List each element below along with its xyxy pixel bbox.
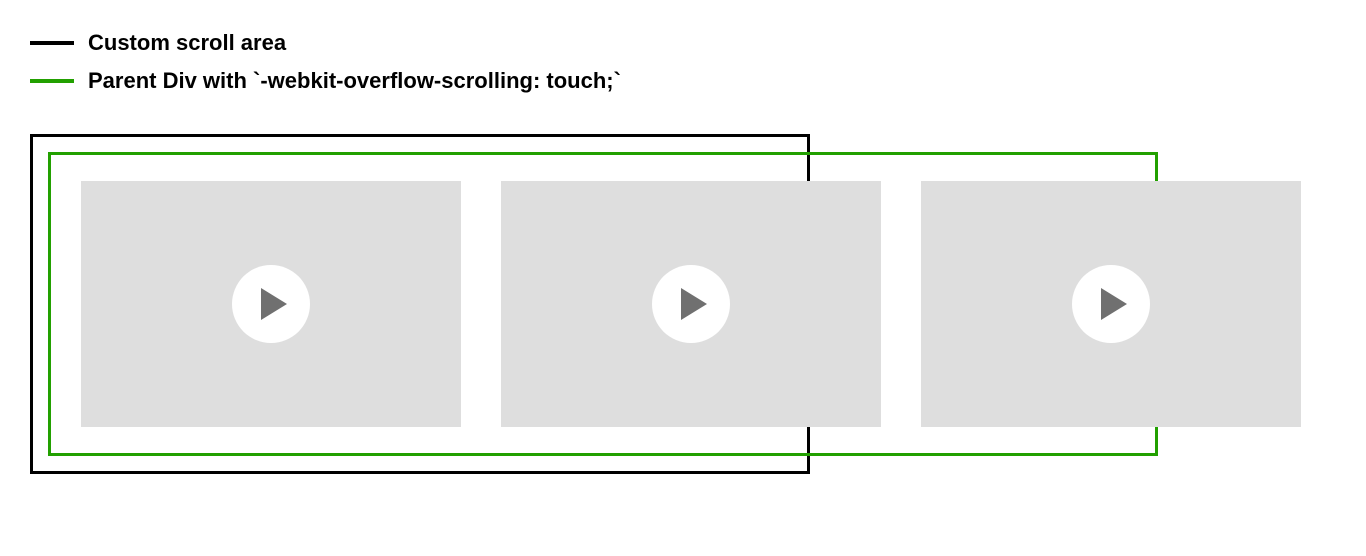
play-icon [1101, 288, 1127, 320]
play-icon [681, 288, 707, 320]
legend-swatch-black [30, 41, 74, 45]
legend-swatch-green [30, 79, 74, 83]
video-card [501, 181, 881, 427]
play-button-circle [1072, 265, 1150, 343]
video-card [921, 181, 1301, 427]
parent-div-box [48, 152, 1158, 456]
video-card [81, 181, 461, 427]
play-button-circle [652, 265, 730, 343]
diagram-area [30, 134, 1336, 474]
legend-item-parent-div: Parent Div with `-webkit-overflow-scroll… [30, 68, 1336, 94]
legend-item-custom-scroll: Custom scroll area [30, 30, 1336, 56]
legend-label: Custom scroll area [88, 30, 286, 56]
legend: Custom scroll area Parent Div with `-web… [30, 30, 1336, 94]
play-button-circle [232, 265, 310, 343]
legend-label: Parent Div with `-webkit-overflow-scroll… [88, 68, 621, 94]
play-icon [261, 288, 287, 320]
